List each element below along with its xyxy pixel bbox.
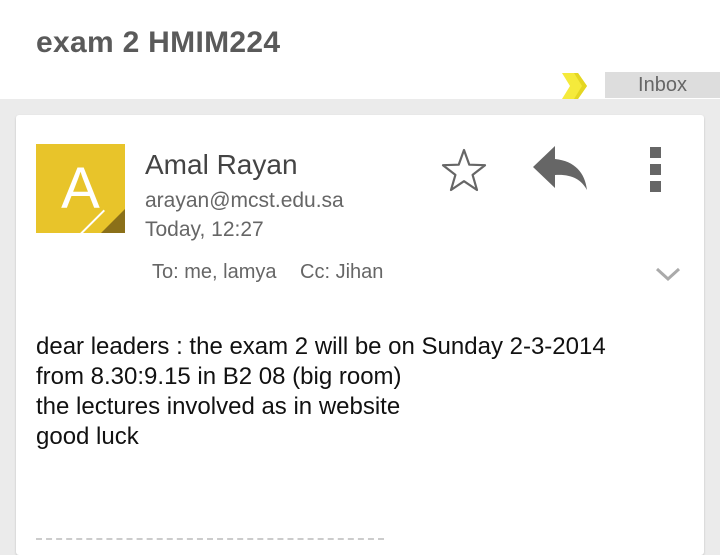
recipients-line: To: me, lamya Cc: Jihan — [152, 261, 401, 284]
subject-header: exam 2 HMIM224 Inbox — [0, 0, 720, 99]
inbox-label: Inbox — [605, 72, 720, 98]
star-icon[interactable] — [440, 147, 488, 193]
body-line: the lectures involved as in website — [36, 393, 401, 420]
avatar[interactable]: A — [36, 144, 125, 233]
sent-time: Today, 12:27 — [145, 218, 264, 241]
chevron-down-icon[interactable] — [654, 265, 682, 283]
label-marker-icon — [562, 73, 587, 99]
body-line: from 8.30:9.15 in B2 08 (big room) — [36, 363, 402, 390]
avatar-corner-fold — [101, 209, 125, 233]
body-line: dear leaders : the exam 2 will be on Sun… — [36, 333, 606, 360]
cc-recipients: Cc: Jihan — [300, 261, 384, 283]
reply-icon[interactable] — [531, 143, 589, 193]
body-line: good luck — [36, 423, 139, 450]
sender-name: Amal Rayan — [145, 149, 298, 180]
email-body: dear leaders : the exam 2 will be on Sun… — [36, 332, 686, 452]
to-recipients: To: me, lamya — [152, 261, 277, 283]
sender-email: arayan@mcst.edu.sa — [145, 189, 344, 212]
more-vert-icon[interactable] — [644, 143, 668, 195]
email-subject: exam 2 HMIM224 — [36, 26, 281, 59]
email-card: A Amal Rayan arayan@mcst.edu.sa Today, 1… — [16, 115, 704, 555]
